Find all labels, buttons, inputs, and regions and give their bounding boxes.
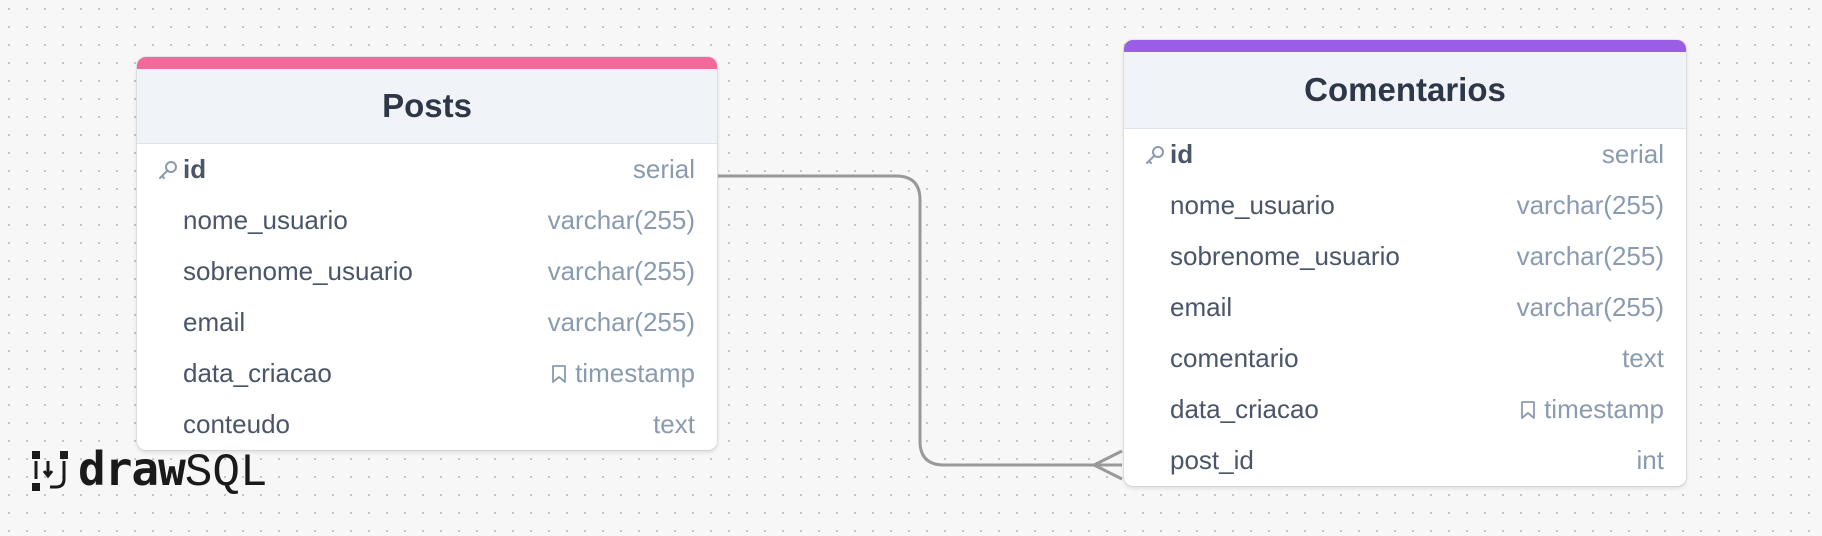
column-type: varchar(255) [1516,190,1664,220]
column-name: conteudo [183,409,290,439]
column-name: id [1170,139,1194,169]
bookmark-icon [1521,400,1535,419]
column-type: timestamp [551,358,695,389]
column-row[interactable]: email varchar(255) [1124,282,1686,333]
column-name: email [1170,292,1233,322]
column-row[interactable]: data_criacao timestamp [137,348,717,399]
table-accent-bar [137,57,717,69]
drawsql-logo-text: drawSQL [78,442,268,499]
column-row[interactable]: email varchar(255) [137,297,717,348]
column-row[interactable]: nome_usuario varchar(255) [1124,180,1686,231]
column-row[interactable]: data_criacao timestamp [1124,384,1686,435]
column-name: email [183,307,246,337]
column-type: varchar(255) [547,307,695,337]
column-name: data_criacao [183,358,332,388]
column-type: varchar(255) [547,205,695,235]
column-row[interactable]: comentario text [1124,333,1686,384]
column-name: nome_usuario [183,205,348,235]
column-row[interactable]: sobrenome_usuario varchar(255) [137,246,717,297]
column-row[interactable]: nome_usuario varchar(255) [137,195,717,246]
column-type: serial [1601,139,1664,169]
column-type: varchar(255) [1516,241,1664,271]
key-icon [1144,144,1170,166]
column-type: text [653,409,695,439]
column-type: text [1622,343,1664,373]
table-title[interactable]: Posts [137,69,717,144]
table-comentarios[interactable]: Comentarios id serial nome_usuario varch… [1124,40,1686,486]
column-type: timestamp [1520,394,1664,425]
column-type: varchar(255) [1516,292,1664,322]
column-name: sobrenome_usuario [183,256,413,286]
column-name: comentario [1170,343,1299,373]
column-row[interactable]: conteudo text [137,399,717,450]
column-type: varchar(255) [547,256,695,286]
table-posts[interactable]: Posts id serial nome_usuario varchar(255… [137,57,717,450]
table-accent-bar [1124,40,1686,52]
column-name: data_criacao [1170,394,1319,424]
column-name: post_id [1170,445,1254,475]
column-type: serial [632,154,695,184]
bookmark-icon [552,364,566,383]
column-type: int [1636,445,1664,475]
column-name: nome_usuario [1170,190,1335,220]
column-row[interactable]: sobrenome_usuario varchar(255) [1124,231,1686,282]
key-icon [157,159,183,181]
table-title[interactable]: Comentarios [1124,52,1686,129]
column-row[interactable]: id serial [1124,129,1686,180]
drawsql-logo-icon [32,451,68,491]
drawsql-logo: drawSQL [30,446,268,496]
column-name: sobrenome_usuario [1170,241,1400,271]
column-name: id [183,154,207,184]
column-row[interactable]: post_id int [1124,435,1686,486]
column-row[interactable]: id serial [137,144,717,195]
